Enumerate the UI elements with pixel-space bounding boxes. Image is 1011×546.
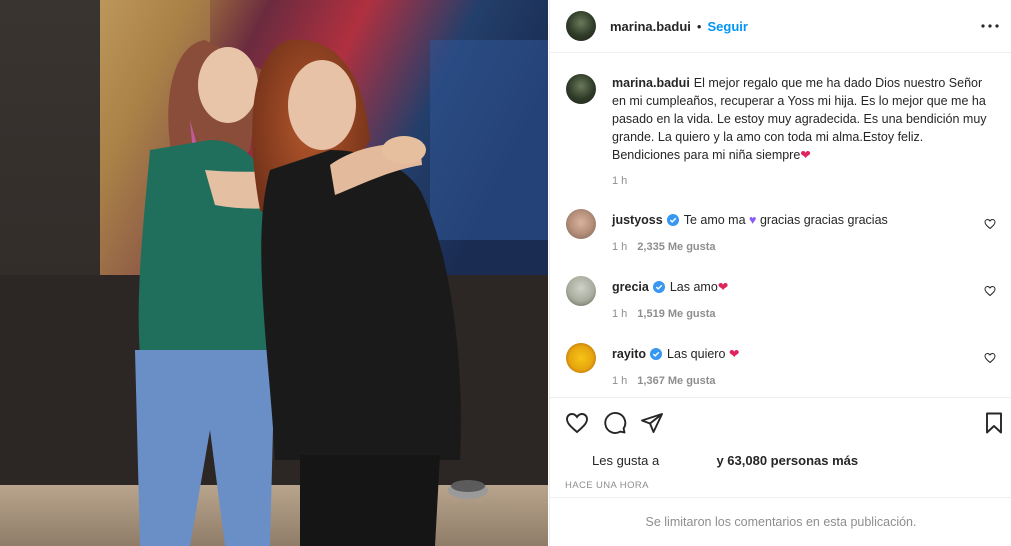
comment-username[interactable]: grecia xyxy=(612,280,649,294)
comment-avatar[interactable] xyxy=(566,276,596,306)
comment-text: Las quiero xyxy=(667,347,726,361)
post-photo[interactable] xyxy=(0,0,548,546)
post-header: marina.badui • Seguir xyxy=(550,0,1011,53)
comment-text-b: gracias gracias gracias xyxy=(759,213,888,227)
comment-text: Las amo xyxy=(669,280,718,294)
follow-button[interactable]: Seguir xyxy=(707,19,747,34)
caption-username[interactable]: marina.badui xyxy=(612,76,690,90)
comment-body: rayito Las quiero ❤ xyxy=(612,345,992,363)
photo-image xyxy=(0,0,548,546)
caption-row: marina.badui El mejor regalo que me ha da… xyxy=(566,74,996,204)
red-heart-emoji: ❤ xyxy=(717,280,729,294)
author-username[interactable]: marina.badui xyxy=(610,19,691,34)
comment-meta: 1 h 1,367 Me gusta xyxy=(612,375,716,387)
comment-row: grecia Las amo❤ 1 h 1,519 Me gusta xyxy=(566,276,996,326)
comment-meta: 1 h 1,519 Me gusta xyxy=(612,308,716,320)
verified-badge-icon xyxy=(650,348,663,360)
comment-meta: 1 h 2,335 Me gusta xyxy=(612,241,716,253)
post-actions: Les gusta a y 63,080 personas más HACE U… xyxy=(550,397,1011,497)
caption-avatar[interactable] xyxy=(566,74,596,104)
likes-prefix: Les gusta a xyxy=(592,453,660,468)
comment-username[interactable]: rayito xyxy=(612,347,646,361)
comments-section[interactable]: marina.badui El mejor regalo que me ha da… xyxy=(550,54,1011,397)
comment-row: rayito Las quiero ❤ 1 h 1,367 Me gusta xyxy=(566,343,996,393)
comment-time: 1 h xyxy=(612,241,628,253)
likes-summary[interactable]: Les gusta a y 63,080 personas más xyxy=(592,453,858,468)
comment-icon[interactable] xyxy=(603,411,627,435)
comment-likes[interactable]: 2,335 Me gusta xyxy=(637,241,715,253)
like-comment-heart-icon[interactable] xyxy=(984,285,996,297)
comment-body: justyoss Te amo ma ♥ gracias gracias grac… xyxy=(612,211,992,229)
likes-count[interactable]: y 63,080 personas más xyxy=(716,453,858,468)
comment-likes[interactable]: 1,519 Me gusta xyxy=(637,308,715,320)
comment-time: 1 h xyxy=(612,375,628,387)
comment-row: justyoss Te amo ma ♥ gracias gracias grac… xyxy=(566,209,996,259)
header-separator: • xyxy=(696,18,702,34)
more-options-icon[interactable] xyxy=(980,16,1000,36)
caption-body: marina.badui El mejor regalo que me ha da… xyxy=(612,74,992,164)
like-comment-heart-icon[interactable] xyxy=(984,218,996,230)
comment-avatar[interactable] xyxy=(566,343,596,373)
caption-time: 1 h xyxy=(612,175,628,187)
purple-heart-emoji: ♥ xyxy=(749,213,757,227)
post-panel: marina.badui • Seguir marina.badui El mej… xyxy=(549,0,1011,546)
bookmark-icon[interactable] xyxy=(982,411,1006,435)
red-heart-emoji: ❤ xyxy=(800,148,811,162)
verified-badge-icon xyxy=(652,281,665,293)
heart-icon[interactable] xyxy=(565,411,589,435)
comment-time: 1 h xyxy=(612,308,628,320)
verified-badge-icon xyxy=(666,214,679,226)
comment-text: Te amo ma xyxy=(683,213,746,227)
red-heart-emoji: ❤ xyxy=(728,347,740,361)
author-avatar[interactable] xyxy=(566,11,596,41)
comment-username[interactable]: justyoss xyxy=(612,213,663,227)
comment-avatar[interactable] xyxy=(566,209,596,239)
post-timestamp: HACE UNA HORA xyxy=(565,480,649,491)
comment-likes[interactable]: 1,367 Me gusta xyxy=(637,375,715,387)
comment-body: grecia Las amo❤ xyxy=(612,278,992,296)
comments-limited-notice: Se limitaron los comentarios en esta pub… xyxy=(550,497,1011,546)
share-icon[interactable] xyxy=(640,411,664,435)
like-comment-heart-icon[interactable] xyxy=(984,352,996,364)
